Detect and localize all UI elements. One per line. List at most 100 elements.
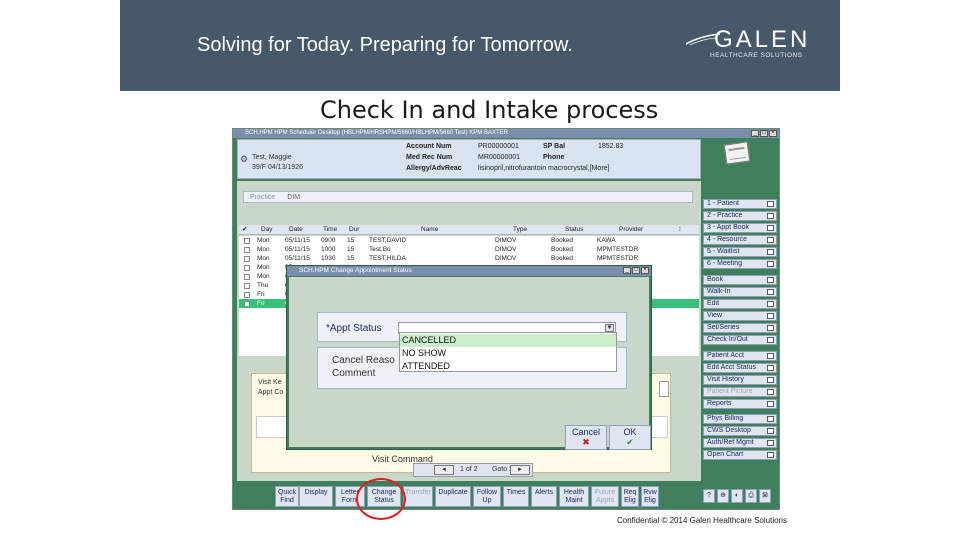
prev-page-button[interactable]: ◄ (434, 465, 454, 475)
dialog-minimize-button[interactable]: _ (623, 267, 631, 274)
menu-item-icon (767, 353, 774, 359)
menu-item-cws-desktop[interactable]: CWS Desktop (703, 426, 777, 436)
add-icon[interactable]: ⊕ (717, 489, 729, 503)
menu-item-2-practice[interactable]: 2 - Practice (703, 211, 777, 221)
toolbar-alerts-button[interactable]: Alerts (531, 486, 557, 507)
calendar-icon[interactable] (723, 141, 751, 165)
toolbar-health-maint-button[interactable]: Health Maint (559, 486, 589, 507)
menu-item-icon (767, 428, 774, 434)
menu-item-3-appt-book[interactable]: 3 - Appt Book (703, 223, 777, 233)
med-rec-label: Med Rec Num (406, 154, 453, 161)
column-menu-icon[interactable]: ⁞ (679, 225, 681, 235)
row-checkbox[interactable] (244, 301, 250, 307)
menu-item-1-patient[interactable]: 1 - Patient (703, 199, 777, 209)
menu-item-label: Patient Acct (707, 352, 744, 359)
chevron-down-icon[interactable]: ▼ (605, 324, 614, 332)
row-checkbox[interactable] (244, 283, 250, 289)
menu-item-phys-billing[interactable]: Phys Billing (703, 414, 777, 424)
menu-item-reports[interactable]: Reports (703, 399, 777, 409)
menu-item-check-in-out[interactable]: Check In/Out (703, 335, 777, 345)
col-dur[interactable]: Dur (349, 225, 359, 235)
cell-status: Booked (551, 255, 574, 262)
minimize-button[interactable]: _ (751, 130, 759, 137)
menu-item-view[interactable]: View (703, 311, 777, 321)
ok-button[interactable]: OK ✔ (609, 425, 651, 450)
select-all-check-icon[interactable]: ✔ (242, 225, 247, 235)
menu-item-set-series[interactable]: Set/Series (703, 323, 777, 333)
toolbar-label-line1: Future (594, 489, 616, 496)
option-attended[interactable]: ATTENDED (400, 360, 616, 373)
row-checkbox[interactable] (244, 265, 250, 271)
pager: ◄ 1 of 2 Goto 2 ► (413, 463, 533, 477)
menu-item-patient-acct[interactable]: Patient Acct (703, 351, 777, 361)
col-time[interactable]: Time (323, 225, 337, 235)
menu-item-label: CWS Desktop (707, 427, 751, 434)
toolbar-req-elig-button[interactable]: Req Elig (621, 486, 639, 507)
toolbar-label-line1: Health (563, 489, 585, 496)
option-cancelled[interactable]: CANCELLED (400, 334, 616, 347)
exit-icon[interactable]: ⊠ (759, 489, 771, 503)
menu-item-icon (767, 261, 774, 267)
table-row[interactable]: Mon 05/11/15 1000 15 Test,Bo DIMOV Booked MPMTE… (239, 245, 699, 254)
row-checkbox[interactable] (244, 274, 250, 280)
row-checkbox[interactable] (244, 292, 250, 298)
menu-item-6-meeting[interactable]: 6 - Meeting (703, 259, 777, 269)
toolbar-times-button[interactable]: Times (503, 486, 529, 507)
allergy-value[interactable]: lisinopril,nitrofurantoin macrocrystal,[… (478, 165, 610, 172)
toolbar-follow-up-button[interactable]: Follow Up (473, 486, 501, 507)
menu-item-auth-ref-mgmt[interactable]: Auth/Ref Mgmt (703, 438, 777, 448)
table-row[interactable]: Mon 05/11/15 0900 15 TEST,DAVID DIMOV Booked KA… (239, 236, 699, 245)
menu-item-open-chart[interactable]: Open Chart (703, 450, 777, 460)
cell-dur: 15 (347, 237, 355, 244)
col-provider[interactable]: Provider (619, 225, 643, 235)
refresh-icon[interactable]: ◐ (731, 489, 743, 503)
menu-item-label: 3 - Appt Book (707, 224, 750, 231)
toolbar-rvw-elig-button[interactable]: Rvw Elig (641, 486, 659, 507)
menu-item-4-resource[interactable]: 4 - Resource (703, 235, 777, 245)
print-icon[interactable]: ⎙ (745, 489, 757, 503)
toolbar-quick-find-button[interactable]: Quick Find (275, 486, 299, 507)
menu-item-visit-history[interactable]: Visit History (703, 375, 777, 385)
help-icon[interactable]: ? (703, 489, 715, 503)
toolbar-transfer-button[interactable]: Transfer (403, 486, 433, 507)
side-field[interactable] (659, 381, 669, 397)
menu-item-5-waitlist[interactable]: 5 - Waitlist (703, 247, 777, 257)
row-checkbox[interactable] (244, 238, 250, 244)
slide: Solving for Today. Preparing for Tomorro… (0, 0, 960, 540)
toolbar-future-appts-button[interactable]: Future Appts (591, 486, 619, 507)
table-row[interactable]: Mon 05/11/15 1030 15 TEST,HILDA DIMOV Booked MP… (239, 254, 699, 263)
menu-item-book[interactable]: Book (703, 275, 777, 285)
toolbar-duplicate-button[interactable]: Duplicate (435, 486, 471, 507)
practice-field[interactable]: Practice DIM (243, 191, 693, 203)
option-no-show[interactable]: NO SHOW (400, 347, 616, 360)
cell-date: 05/11/15 (285, 246, 310, 253)
row-checkbox[interactable] (244, 256, 250, 262)
row-checkbox[interactable] (244, 247, 250, 253)
menu-item-label: Check In/Out (707, 336, 748, 343)
next-page-button[interactable]: ► (510, 465, 530, 475)
menu-item-edit-acct-status[interactable]: Edit Acct Status (703, 363, 777, 373)
maximize-button[interactable]: □ (760, 130, 768, 137)
close-button[interactable]: × (769, 130, 777, 137)
menu-item-label: Walk-In (707, 288, 731, 295)
toolbar-label-line2: Find (280, 497, 294, 504)
practice-label: Practice (250, 194, 276, 201)
dialog-maximize-button[interactable]: □ (632, 267, 640, 274)
dialog-close-button[interactable]: × (641, 267, 649, 274)
toolbar-display-button[interactable]: Display (299, 486, 333, 507)
menu-item-edit[interactable]: Edit (703, 299, 777, 309)
menu-item-walk-in[interactable]: Walk-In (703, 287, 777, 297)
cell-type: DIMOV (495, 246, 517, 253)
menu-item-patient-picture[interactable]: Patient Picture (703, 387, 777, 397)
cell-day: Mon (257, 237, 270, 244)
col-status[interactable]: Status (565, 225, 583, 235)
col-name[interactable]: Name (421, 225, 438, 235)
cancel-button[interactable]: Cancel ✖ (565, 425, 607, 450)
col-date[interactable]: Date (289, 225, 303, 235)
col-type[interactable]: Type (513, 225, 527, 235)
col-day[interactable]: Day (261, 225, 273, 235)
menu-item-label: 1 - Patient (707, 200, 739, 207)
menu-item-icon (767, 213, 774, 219)
appt-status-label: *Appt Status (326, 323, 382, 334)
gear-icon[interactable]: ⚙ (240, 154, 248, 165)
